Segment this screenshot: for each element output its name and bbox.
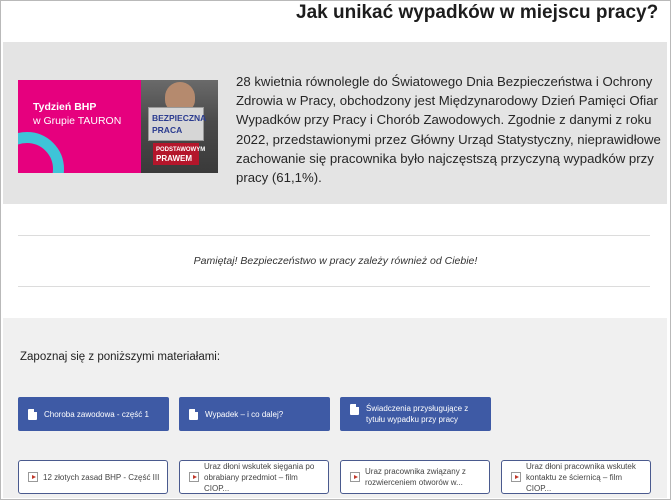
banner-title: Tydzień BHP xyxy=(33,101,97,113)
video-play-icon xyxy=(511,472,521,482)
divider-bottom xyxy=(18,286,650,287)
document-icon xyxy=(28,409,37,420)
video-button-label: 12 złotych zasad BHP - Część III xyxy=(43,472,160,482)
page-title: Jak unikać wypadków w miejscu pracy? xyxy=(296,2,659,23)
video-button-uraz-sciernica[interactable]: Uraz dłoni pracownika wskutek kontaktu z… xyxy=(501,460,651,494)
sign-line-2: PRACA xyxy=(152,125,183,135)
banner-photo: BEZPIECZNA PRACA PODSTAWOWYM PRAWEM xyxy=(141,80,218,173)
divider-top xyxy=(18,235,650,236)
badge-line-2: PRAWEM xyxy=(156,154,192,163)
banner-caption: Tydzień BHP w Grupie TAURON xyxy=(33,100,121,128)
video-button-label: Uraz dłoni pracownika wskutek kontaktu z… xyxy=(526,461,636,493)
materials-heading: Zapoznaj się z poniższymi materiałami: xyxy=(20,351,221,363)
document-button-choroba-zawodowa[interactable]: Choroba zawodowa - część 1 xyxy=(18,397,169,431)
video-play-icon xyxy=(189,472,199,482)
document-button-swiadczenia[interactable]: Świadczenia przysługujące z tytułu wypad… xyxy=(340,397,491,431)
video-play-icon xyxy=(28,472,38,482)
video-button-uraz-dloni-obrabiany[interactable]: Uraz dłoni wskutek sięgania po obrabiany… xyxy=(179,460,329,494)
video-button-label: Uraz pracownika związany z rozwierceniem… xyxy=(365,467,466,487)
document-icon xyxy=(350,404,359,415)
video-button-zlote-zasady[interactable]: 12 złotych zasad BHP - Część III xyxy=(18,460,168,494)
intro-paragraph: 28 kwietnia równolegle do Światowego Dni… xyxy=(236,74,661,186)
photo-sign: BEZPIECZNA PRACA xyxy=(148,107,207,141)
video-button-label: Uraz dłoni wskutek sięgania po obrabiany… xyxy=(204,461,315,493)
document-button-label: Choroba zawodowa - część 1 xyxy=(44,409,149,419)
document-button-label: Wypadek – i co dalej? xyxy=(205,409,284,419)
document-icon xyxy=(189,409,198,420)
document-button-wypadek[interactable]: Wypadek – i co dalej? xyxy=(179,397,330,431)
banner-subtitle: w Grupie TAURON xyxy=(33,115,122,127)
safety-reminder: Pamiętaj! Bezpieczeństwo w pracy zależy … xyxy=(193,255,478,267)
banner-arc-decoration xyxy=(18,132,64,173)
video-play-icon xyxy=(350,472,360,482)
badge-line-1: PODSTAWOWYM xyxy=(156,147,206,153)
document-button-label: Świadczenia przysługujące z tytułu wypad… xyxy=(366,404,469,424)
tauron-bhp-banner-image: Tydzień BHP w Grupie TAURON BEZPIECZNA P… xyxy=(18,80,218,173)
video-button-uraz-rozwiercanie[interactable]: Uraz pracownika związany z rozwierceniem… xyxy=(340,460,490,494)
sign-line-1: BEZPIECZNA xyxy=(152,113,207,123)
photo-badge: PODSTAWOWYM PRAWEM xyxy=(153,143,205,165)
